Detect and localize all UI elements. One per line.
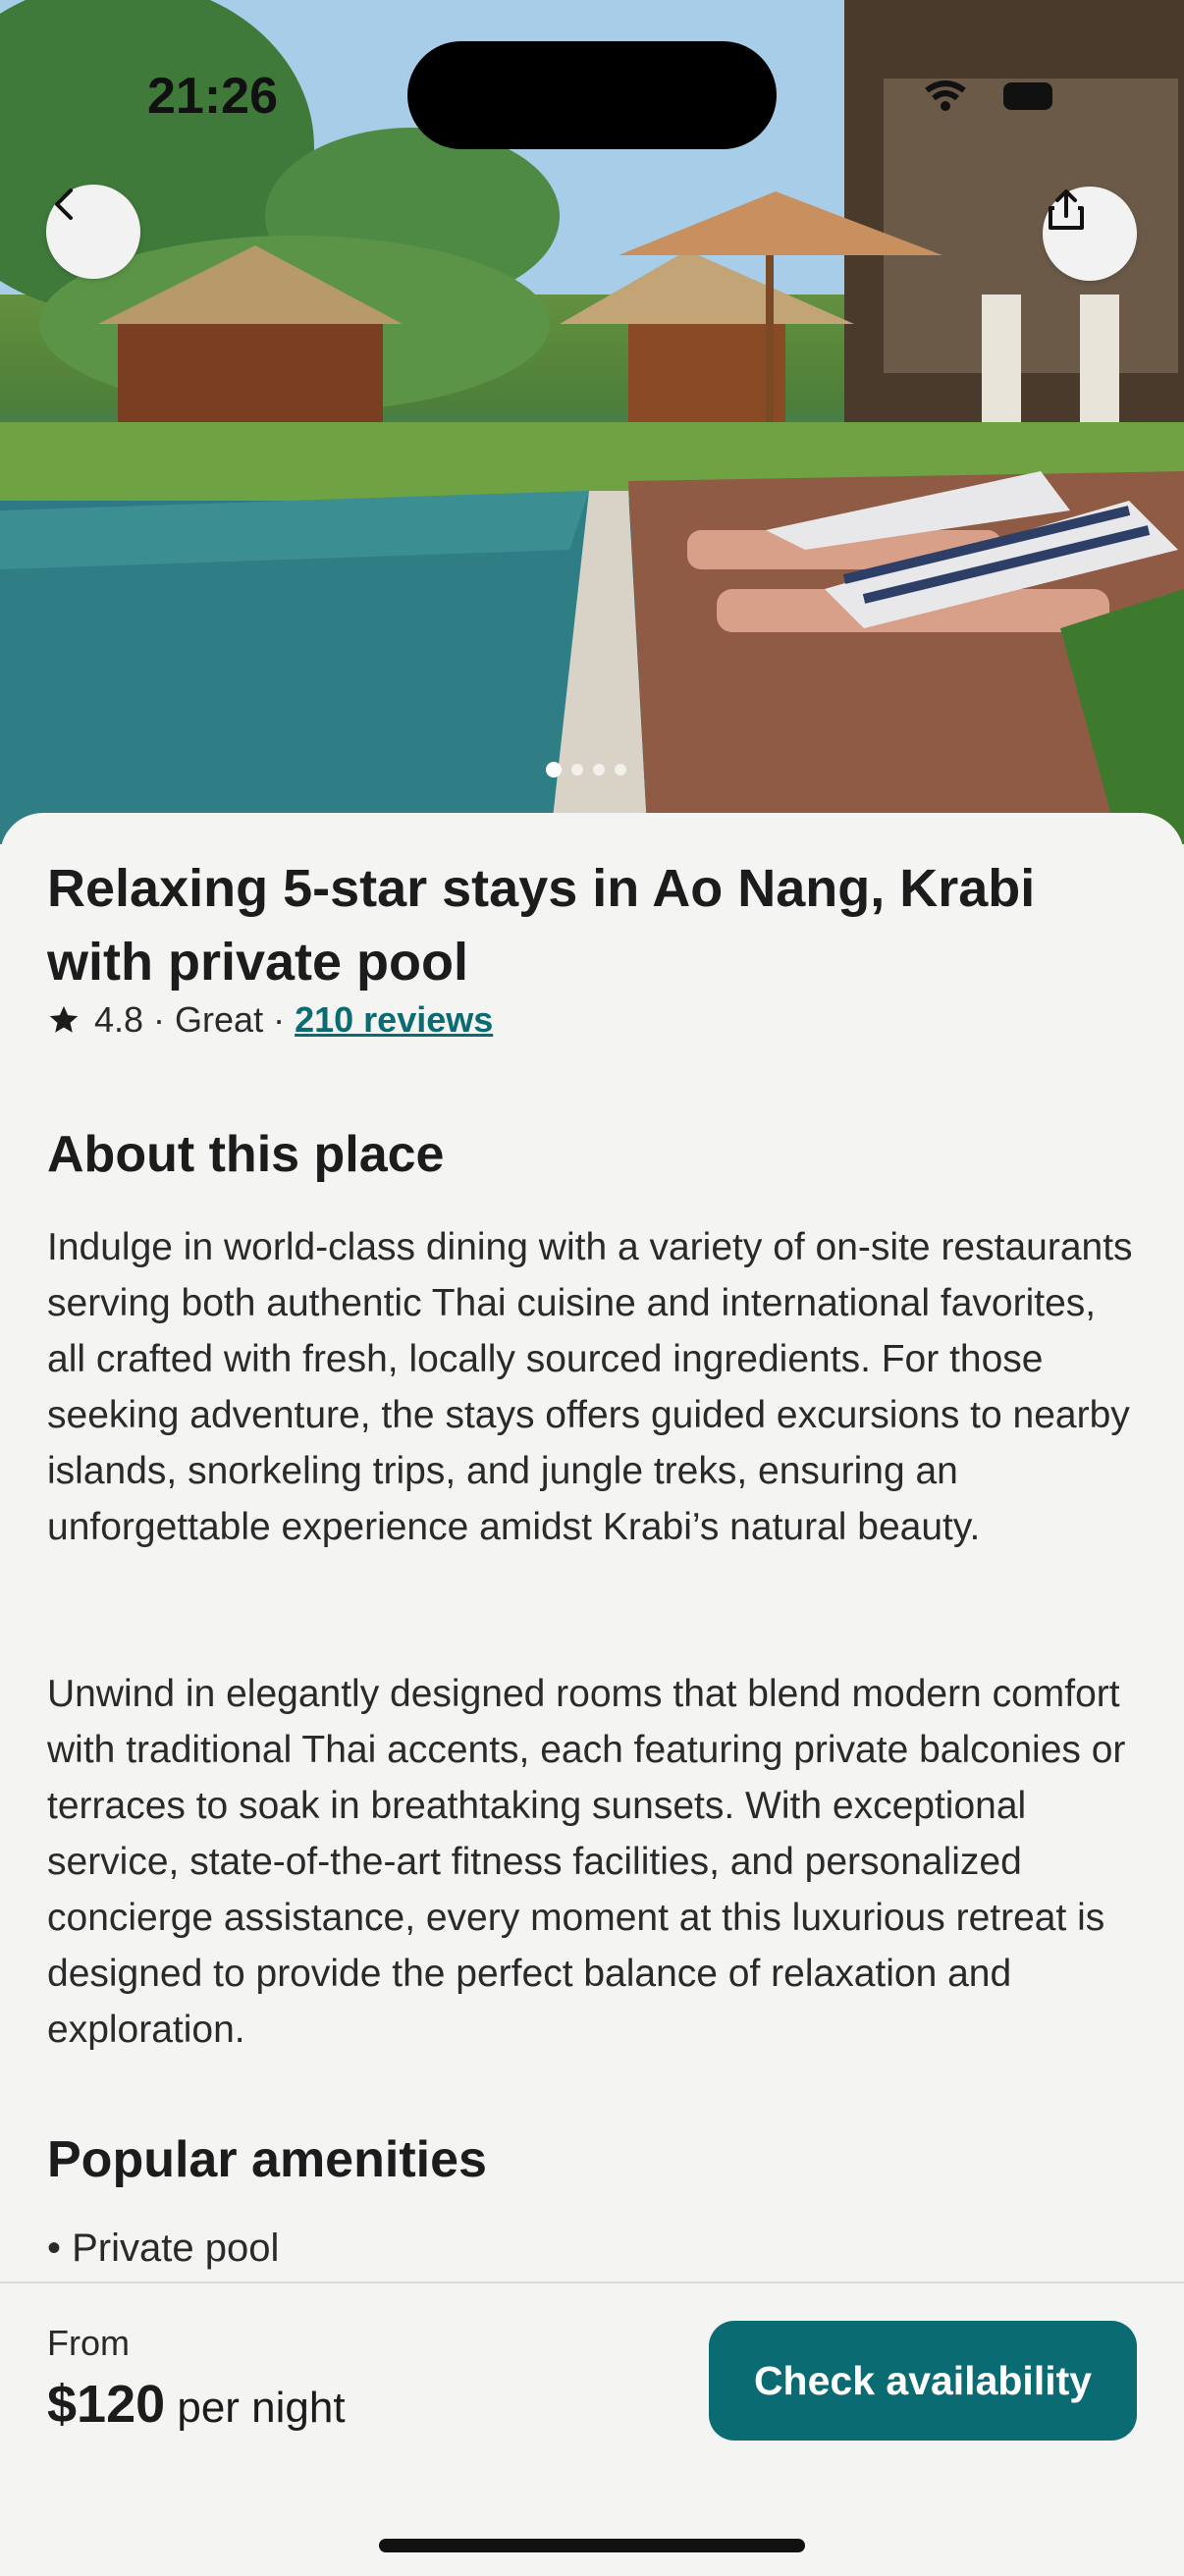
- amenities-heading: Popular amenities: [47, 2131, 487, 2188]
- battery-icon: [1003, 82, 1052, 110]
- check-availability-button[interactable]: Check availability: [709, 2321, 1137, 2441]
- from-label: From: [47, 2323, 130, 2363]
- about-paragraph-1: Indulge in world-class dining with a var…: [47, 1226, 1133, 1548]
- carousel-indicator[interactable]: [546, 762, 626, 778]
- wifi-icon: [925, 80, 966, 111]
- price-suffix: per night: [165, 2384, 346, 2432]
- reviews-link[interactable]: 210 reviews: [295, 999, 493, 1041]
- price-line: $120 per night: [47, 2374, 346, 2435]
- carousel-dot[interactable]: [571, 764, 583, 776]
- dynamic-island: [407, 41, 777, 149]
- share-button[interactable]: [1043, 187, 1137, 281]
- rating-value: 4.8: [94, 999, 144, 1040]
- rating-row: 4.8 · Great · 210 reviews: [47, 999, 493, 1041]
- carousel-dot[interactable]: [546, 762, 562, 778]
- star-icon: [47, 1003, 81, 1037]
- carousel-dot[interactable]: [593, 764, 605, 776]
- rating-separator: ·: [143, 999, 176, 1040]
- amenity-item: • Private pool: [47, 2227, 280, 2270]
- rating-word: Great: [175, 999, 264, 1040]
- booking-bar: From $120 per night Check availability: [0, 2281, 1184, 2576]
- listing-details: Relaxing 5-star stays in Ao Nang, Krabi …: [0, 813, 1184, 2285]
- status-time: 21:26: [147, 68, 278, 125]
- listing-title: Relaxing 5-star stays in Ao Nang, Krabi …: [47, 859, 1036, 992]
- rating-separator: ·: [263, 999, 296, 1040]
- about-paragraph-2: Unwind in elegantly designed rooms that …: [47, 1673, 1126, 2051]
- hero-image[interactable]: 21:26: [0, 0, 1184, 844]
- carousel-dot[interactable]: [615, 764, 626, 776]
- about-heading: About this place: [47, 1126, 445, 1183]
- price-amount: $120: [47, 2375, 166, 2434]
- home-indicator[interactable]: [379, 2539, 805, 2552]
- back-button[interactable]: [46, 185, 140, 279]
